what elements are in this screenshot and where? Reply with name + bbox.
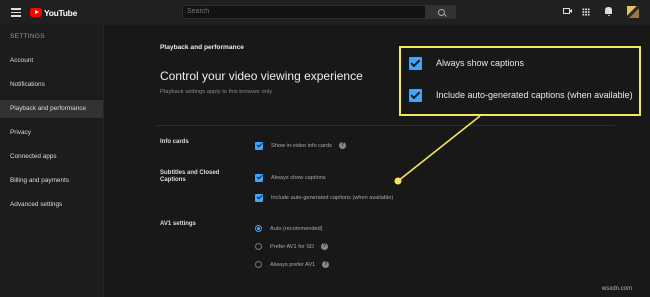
av1-prefer-sd-radio[interactable] — [255, 243, 262, 250]
zoom-callout: Always show captions Include auto-genera… — [399, 46, 641, 116]
option-info-cards[interactable]: Show in-video info cards ? — [255, 141, 346, 150]
logo-text: YouTube — [44, 7, 77, 18]
video-camera-icon[interactable] — [563, 8, 572, 14]
callout-always-show-captions: Always show captions — [409, 56, 524, 70]
menu-icon[interactable] — [11, 8, 21, 17]
help-icon[interactable]: ? — [321, 243, 329, 250]
bell-icon[interactable] — [605, 7, 612, 16]
search-button[interactable] — [426, 5, 456, 19]
section-label-info-cards: Info cards — [160, 139, 189, 145]
page-heading: Control your video viewing experience — [160, 69, 363, 83]
settings-sidebar: SETTINGS Account Notifications Playback … — [0, 25, 104, 297]
apps-icon[interactable] — [582, 8, 590, 16]
youtube-logo[interactable]: YouTube — [30, 6, 77, 19]
option-av1-always[interactable]: Always prefer AV1 ? — [255, 260, 330, 269]
option-auto-generated-captions[interactable]: Include auto-generated captions (when av… — [255, 193, 393, 202]
av1-always-radio[interactable] — [255, 261, 262, 268]
sidebar-item-privacy[interactable]: Privacy — [0, 124, 103, 142]
option-av1-prefer-sd[interactable]: Prefer AV1 for SD ? — [255, 242, 329, 251]
checkbox-icon — [409, 56, 422, 70]
sidebar-item-connected-apps[interactable]: Connected apps — [0, 148, 103, 166]
option-av1-auto[interactable]: Auto (recommended) — [255, 224, 323, 233]
always-show-captions-checkbox[interactable] — [255, 173, 263, 182]
sidebar-heading: SETTINGS — [10, 33, 45, 40]
sidebar-item-playback[interactable]: Playback and performance — [0, 100, 103, 118]
sidebar-item-advanced[interactable]: Advanced settings — [0, 196, 103, 214]
av1-auto-radio[interactable] — [255, 225, 262, 232]
callout-auto-generated-captions: Include auto-generated captions (when av… — [409, 88, 633, 102]
auto-generated-captions-checkbox[interactable] — [255, 193, 263, 202]
divider — [155, 125, 615, 126]
section-label-subtitles: Subtitles and Closed Captions — [160, 170, 220, 183]
page-title: Playback and performance — [160, 44, 244, 51]
sidebar-item-billing[interactable]: Billing and payments — [0, 172, 103, 190]
option-always-show-captions[interactable]: Always show captions — [255, 173, 326, 182]
sidebar-item-notifications[interactable]: Notifications — [0, 76, 103, 94]
checkbox-icon — [409, 88, 422, 102]
sidebar-item-account[interactable]: Account — [0, 52, 103, 70]
watermark: wsxdn.com — [602, 286, 633, 292]
youtube-play-icon — [30, 8, 42, 17]
info-cards-checkbox[interactable] — [255, 141, 263, 150]
search-input[interactable]: Search — [182, 5, 426, 19]
page-subtitle: Playback settings apply to this browser … — [160, 89, 273, 95]
top-bar: YouTube Search — [0, 0, 650, 25]
help-icon[interactable]: ? — [338, 142, 346, 149]
help-icon[interactable]: ? — [322, 261, 330, 268]
avatar[interactable] — [627, 6, 639, 18]
section-label-av1: AV1 settings — [160, 221, 196, 227]
